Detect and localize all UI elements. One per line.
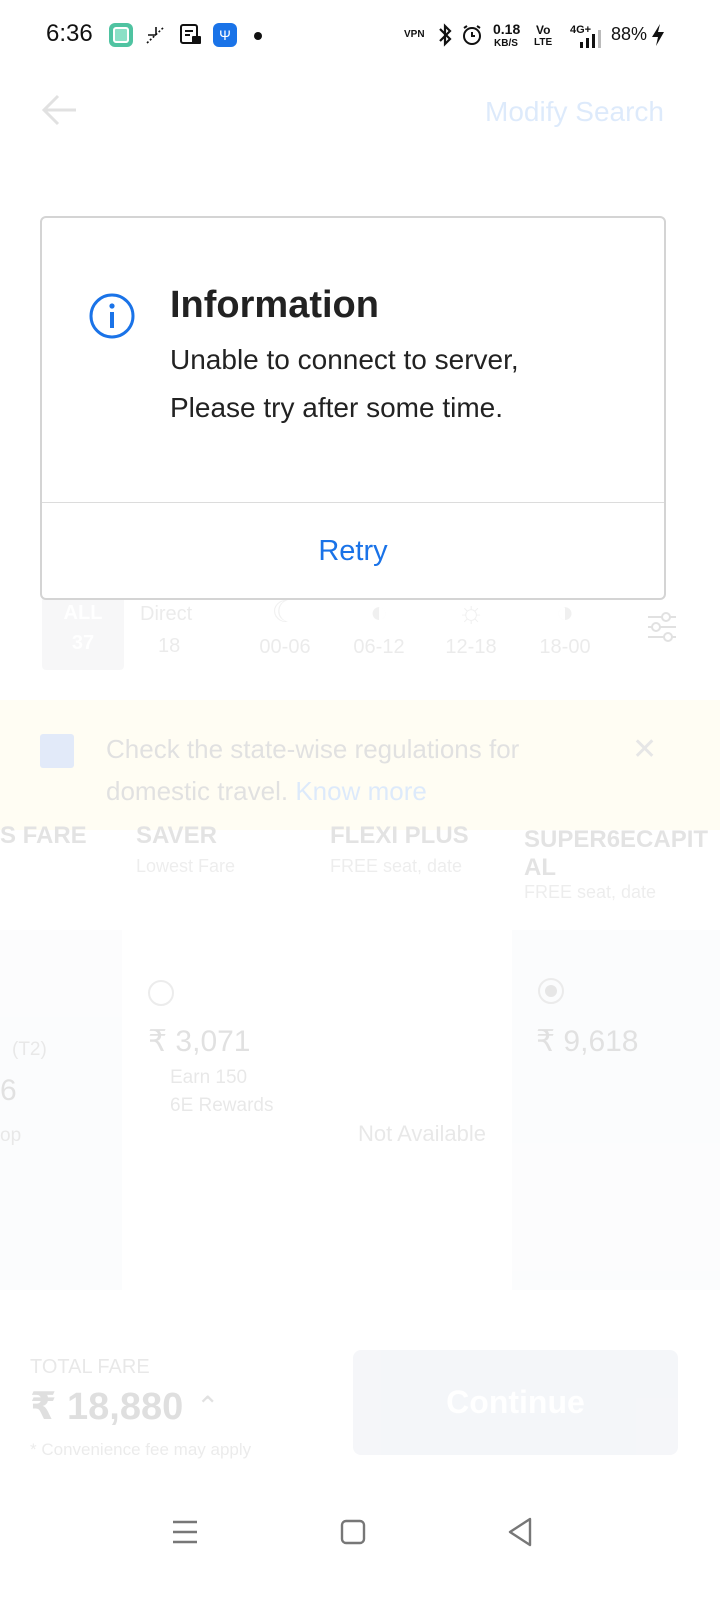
dialog-title: Information bbox=[170, 284, 379, 326]
filter-chip-direct[interactable]: Direct 18 bbox=[140, 598, 192, 662]
more-notifications-dot-icon bbox=[254, 32, 262, 40]
saver-reward-line2: 6E Rewards bbox=[170, 1095, 274, 1116]
filter-direct-count: 18 bbox=[158, 635, 181, 657]
modify-search-link[interactable]: Modify Search bbox=[485, 96, 664, 128]
time-slot-label: 00-06 bbox=[259, 636, 311, 658]
status-bar: 6:36 Ψ VPN 0.18 KB/S Vo LTE 4G+ 88% bbox=[0, 0, 720, 70]
super-header: SUPER6ECAPIT AL bbox=[524, 826, 708, 882]
super-subtitle: FREE seat, date bbox=[524, 882, 657, 902]
fare-column-partial[interactable] bbox=[0, 930, 122, 1290]
volte-top: Vo bbox=[536, 23, 551, 37]
saver-subtitle: Lowest Fare bbox=[136, 856, 236, 876]
bluetooth-icon bbox=[432, 22, 458, 48]
signal-icon bbox=[578, 26, 604, 52]
convenience-fee-note: * Convenience fee may apply bbox=[30, 1440, 252, 1459]
super-header-line2: AL bbox=[524, 854, 556, 881]
alarm-icon bbox=[459, 22, 485, 48]
retry-button[interactable]: Retry bbox=[42, 503, 664, 600]
dialog-message-line1: Unable to connect to server, bbox=[170, 344, 519, 375]
super-price: ₹ 9,618 bbox=[536, 1025, 639, 1058]
flexi-plus-header: FLEXI PLUS bbox=[330, 822, 469, 849]
usb-icon: Ψ bbox=[213, 23, 237, 47]
fare-price-partial: 6 bbox=[0, 1074, 17, 1107]
continue-button[interactable]: Continue bbox=[353, 1350, 678, 1455]
charging-icon bbox=[645, 22, 671, 48]
system-nav-bar bbox=[0, 1500, 720, 1600]
time-slot-label: 18-00 bbox=[539, 636, 591, 658]
filter-chip-all[interactable]: ALL 37 bbox=[42, 590, 124, 670]
know-more-link[interactable]: Know more bbox=[295, 776, 427, 806]
filter-settings-icon[interactable] bbox=[646, 610, 678, 644]
time-slot-afternoon[interactable]: ☼ 12-18 bbox=[436, 590, 506, 659]
saver-price: ₹ 3,071 bbox=[148, 1025, 251, 1058]
information-dialog: Information Unable to connect to server,… bbox=[40, 216, 666, 600]
vpn-icon: VPN bbox=[404, 29, 425, 40]
filter-direct-label: Direct bbox=[140, 603, 193, 625]
home-icon[interactable] bbox=[331, 1510, 375, 1554]
fare-partial-text: op bbox=[0, 1125, 22, 1146]
filter-all-count: 37 bbox=[71, 632, 95, 654]
back-arrow-icon[interactable] bbox=[40, 92, 80, 128]
notice-text: Check the state-wise regulations for dom… bbox=[106, 728, 576, 812]
time-slot-label: 12-18 bbox=[445, 636, 497, 658]
app-notification-icon bbox=[109, 23, 133, 47]
saver-reward-line1: Earn 150 bbox=[170, 1067, 248, 1088]
super-radio[interactable] bbox=[538, 978, 564, 1004]
info-flag-icon bbox=[40, 734, 74, 768]
filter-all-label: ALL bbox=[63, 602, 103, 624]
bottom-bar: TOTAL FARE ₹ 18,880 ⌃ * Convenience fee … bbox=[0, 1340, 720, 1490]
menu-icon[interactable] bbox=[163, 1510, 207, 1554]
time-slot-label: 06-12 bbox=[353, 636, 405, 658]
back-icon[interactable] bbox=[498, 1510, 542, 1554]
info-icon bbox=[88, 292, 136, 340]
filter-row: ALL 37 Direct 18 ☾ 00-06 ◐ 06-12 ☼ 12-18… bbox=[0, 590, 720, 670]
cast-icon bbox=[143, 22, 169, 48]
fare-header-partial: S FARE bbox=[0, 822, 87, 849]
close-icon[interactable]: ✕ bbox=[632, 732, 657, 767]
time-slot-night[interactable]: ☾ 00-06 bbox=[250, 590, 320, 659]
dialog-message-line2: Please try after some time. bbox=[170, 392, 504, 423]
super-header-line1: SUPER6ECAPIT bbox=[524, 826, 709, 853]
net-speed-unit: KB/S bbox=[494, 38, 518, 49]
saver-radio[interactable] bbox=[148, 980, 174, 1006]
flexi-plus-status: Not Available bbox=[358, 1121, 487, 1146]
time-slot-morning[interactable]: ◐ 06-12 bbox=[344, 590, 414, 659]
battery-level: 88% bbox=[611, 24, 648, 44]
regulations-notice: Check the state-wise regulations for dom… bbox=[0, 700, 720, 830]
net-speed-value: 0.18 bbox=[493, 21, 521, 37]
saver-header: SAVER bbox=[136, 822, 217, 849]
chevron-up-icon[interactable]: ⌃ bbox=[196, 1390, 219, 1423]
security-icon bbox=[178, 22, 204, 48]
dialog-message: Unable to connect to server, Please try … bbox=[170, 336, 640, 432]
time-slot-evening[interactable]: ◑ 18-00 bbox=[530, 590, 600, 659]
status-time: 6:36 bbox=[46, 20, 93, 47]
volte-bottom: LTE bbox=[534, 37, 553, 48]
terminal-label: (T2) bbox=[12, 1039, 47, 1060]
flexi-plus-subtitle: FREE seat, date bbox=[330, 856, 463, 876]
total-fare-value[interactable]: ₹ 18,880 bbox=[30, 1384, 183, 1429]
total-fare-label: TOTAL FARE bbox=[30, 1356, 150, 1378]
